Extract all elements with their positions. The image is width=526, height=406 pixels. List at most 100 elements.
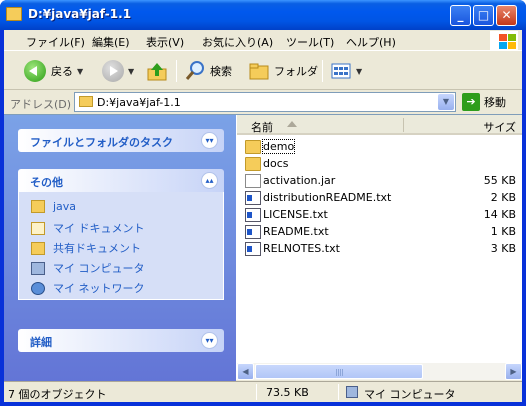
windows-logo-icon [490,31,518,51]
place-link-my-computer[interactable]: マイ コンピュータ [31,260,145,276]
menu-help[interactable]: ヘルプ(H) [346,34,396,50]
chevron-down-icon[interactable]: ▼ [356,67,362,76]
other-places-header[interactable]: その他 ▴▴ [18,169,224,192]
item-size: 55 KB [483,174,516,187]
back-label: 戻る [51,65,73,78]
toolbar-separator [322,60,323,82]
views-button[interactable]: ▼ [330,58,362,84]
go-button[interactable]: ➔ 移動 [462,93,506,111]
column-size[interactable]: サイズ [483,119,516,135]
list-item[interactable]: LICENSE.txt 14 KB [237,207,522,224]
item-name: distributionREADME.txt [263,191,392,204]
folder-icon [245,140,261,154]
status-bar: 7 個のオブジェクト 73.5 KB マイ コンピュータ [4,381,522,402]
list-item[interactable]: distributionREADME.txt 2 KB [237,190,522,207]
place-link-my-documents[interactable]: マイ ドキュメント [31,220,145,236]
jar-file-icon [245,174,261,188]
sort-ascending-icon [287,121,297,127]
folder-tasks-title: ファイルとフォルダのタスク [30,136,173,149]
back-button[interactable]: 戻る ▼ [24,58,83,84]
menu-tools[interactable]: ツール(T) [286,34,334,50]
scroll-right-icon[interactable]: ▶ [505,363,522,380]
folders-icon [249,63,269,80]
place-label: 共有ドキュメント [53,242,141,255]
go-label: 移動 [484,96,506,109]
place-label: java [53,200,77,213]
place-link-shared-documents[interactable]: 共有ドキュメント [31,240,141,256]
column-name[interactable]: 名前 [251,119,273,135]
window-title: D:¥java¥jaf-1.1 [28,7,132,21]
menu-view[interactable]: 表示(V) [146,34,184,50]
text-file-icon [245,242,261,256]
text-file-icon [245,225,261,239]
chevron-down-icon[interactable]: ▼ [438,94,454,110]
toolbar-separator [176,60,177,82]
search-button[interactable]: 検索 [184,58,232,84]
text-file-icon [245,191,261,205]
expand-icon[interactable]: ▾▾ [201,332,218,349]
scroll-thumb[interactable] [255,364,423,379]
collapse-icon[interactable]: ▴▴ [201,172,218,189]
minimize-button[interactable]: _ [450,5,471,26]
details-header[interactable]: 詳細 ▾▾ [18,329,224,352]
list-item[interactable]: RELNOTES.txt 3 KB [237,241,522,258]
forward-button[interactable]: ▼ [102,58,134,84]
search-label: 検索 [210,65,232,78]
folder-icon [6,7,22,21]
views-icon [331,63,351,79]
toolbar: 戻る ▼ ▼ 検索 フォルダ ▼ [4,52,522,90]
menu-bar: ファイル(F) 編集(E) 表示(V) お気に入り(A) ツール(T) ヘルプ(… [4,30,522,51]
item-name: activation.jar [263,174,336,187]
folder-icon [31,200,45,213]
task-pane: ファイルとフォルダのタスク ▾▾ その他 ▴▴ java マイ ドキュメント 共… [4,115,236,381]
other-places-title: その他 [30,176,63,189]
back-arrow-icon [24,60,46,82]
item-name: docs [263,157,289,170]
title-bar[interactable]: D:¥java¥jaf-1.1 _ □ ✕ [0,0,526,30]
menu-edit[interactable]: 編集(E) [92,34,130,50]
chevron-down-icon[interactable]: ▼ [128,67,134,76]
horizontal-scrollbar[interactable]: ◀ ▶ [237,363,522,380]
list-item[interactable]: demo [237,139,522,156]
column-divider[interactable] [403,118,404,132]
scroll-left-icon[interactable]: ◀ [237,363,254,380]
place-link-my-network[interactable]: マイ ネットワーク [31,280,145,296]
grip-icon [336,369,344,376]
address-input[interactable]: D:¥java¥jaf-1.1 ▼ [74,92,456,112]
item-size: 14 KB [483,208,516,221]
up-folder-icon [147,63,167,81]
other-places-panel: java マイ ドキュメント 共有ドキュメント マイ コンピュータ マイ ネット… [18,192,224,300]
status-size: 73.5 KB [266,386,309,399]
details-title: 詳細 [30,336,52,349]
status-location: マイ コンピュータ [364,388,456,401]
place-label: マイ ドキュメント [53,222,145,235]
item-size: 3 KB [490,242,516,255]
status-divider [338,384,339,400]
search-icon [185,61,204,80]
expand-icon[interactable]: ▾▾ [201,132,218,149]
explorer-window: D:¥java¥jaf-1.1 _ □ ✕ ファイル(F) 編集(E) 表示(V… [0,0,526,406]
item-size: 1 KB [490,225,516,238]
place-link-java[interactable]: java [31,200,76,213]
column-header: 名前 サイズ [237,115,522,135]
item-name: demo [261,139,296,154]
go-arrow-icon: ➔ [462,93,480,111]
list-item[interactable]: activation.jar 55 KB [237,173,522,190]
up-folder-button[interactable] [146,58,168,84]
address-bar: アドレス(D) D:¥java¥jaf-1.1 ▼ ➔ 移動 [4,91,522,113]
menu-file[interactable]: ファイル(F) [26,34,85,50]
file-list: 名前 サイズ demo docs activation.jar 55 KB di… [237,115,522,363]
shared-documents-icon [31,241,45,255]
text-file-icon [245,208,261,222]
menu-favorites[interactable]: お気に入り(A) [202,34,273,50]
close-button[interactable]: ✕ [496,5,517,26]
folders-button[interactable]: フォルダ [248,58,318,84]
list-item[interactable]: docs [237,156,522,173]
my-network-icon [31,281,45,295]
list-item[interactable]: README.txt 1 KB [237,224,522,241]
maximize-button[interactable]: □ [473,5,494,26]
status-object-count: 7 個のオブジェクト [8,388,107,401]
folder-tasks-header[interactable]: ファイルとフォルダのタスク ▾▾ [18,129,224,152]
forward-arrow-icon [102,60,124,82]
chevron-down-icon[interactable]: ▼ [77,67,83,76]
